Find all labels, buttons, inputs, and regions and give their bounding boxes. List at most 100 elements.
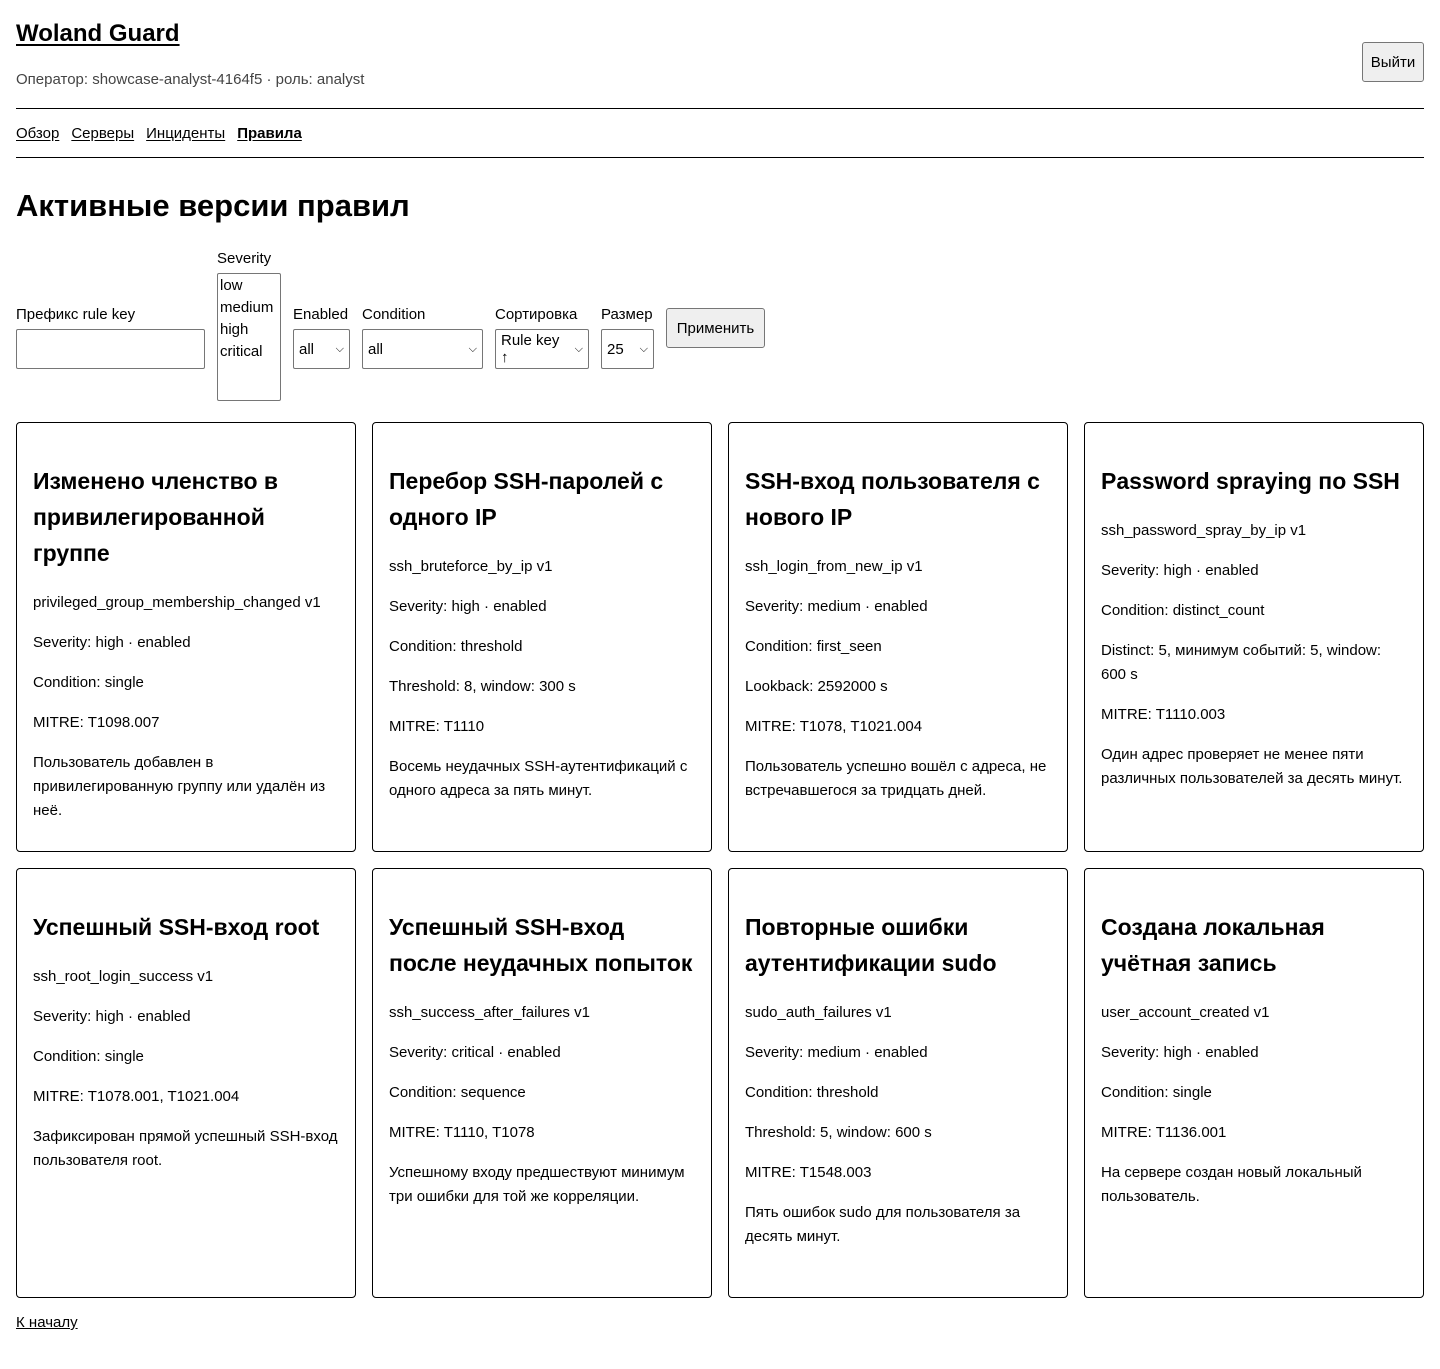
rule-severity: Severity: high · enabled xyxy=(33,1008,191,1025)
nav-servers[interactable]: Серверы xyxy=(71,125,134,142)
severity-option-high[interactable]: high xyxy=(220,319,278,341)
chevron-down-icon: ⌵ xyxy=(574,342,583,355)
size-value: 25 xyxy=(607,340,624,358)
rule-mitre: MITRE: T1110, T1078 xyxy=(389,1124,535,1141)
rule-mitre: MITRE: T1110.003 xyxy=(1101,706,1226,723)
condition-field: Condition all ⌵ xyxy=(362,306,483,369)
page: Woland Guard Оператор: showcase-analyst-… xyxy=(0,0,1440,1331)
rule-condition: Condition: sequence xyxy=(389,1084,526,1101)
rule-severity: Severity: critical · enabled xyxy=(389,1044,561,1061)
rule-title: Успешный SSH-вход после неудачных попыто… xyxy=(389,914,693,976)
nav-incidents[interactable]: Инциденты xyxy=(146,125,225,142)
severity-listbox[interactable]: low medium high critical xyxy=(217,273,281,401)
rule-title: Изменено членство в привилегированной гр… xyxy=(33,468,279,566)
nav-rules[interactable]: Правила xyxy=(237,125,302,142)
rule-key: ssh_password_spray_by_ip v1 xyxy=(1101,522,1307,539)
condition-label: Condition xyxy=(362,306,426,323)
size-select[interactable]: 25 ⌵ xyxy=(601,329,654,369)
logout-button[interactable]: Выйти xyxy=(1362,42,1424,82)
rule-params: Lookback: 2592000 s xyxy=(745,678,888,695)
enabled-value: all xyxy=(299,340,315,358)
rule-mitre: MITRE: T1078, T1021.004 xyxy=(745,718,923,735)
rule-key: ssh_login_from_new_ip v1 xyxy=(745,558,923,575)
rule-card: SSH-вход пользователя с нового IP ssh_lo… xyxy=(728,422,1068,852)
chevron-down-icon: ⌵ xyxy=(335,342,344,355)
rule-mitre: MITRE: T1548.003 xyxy=(745,1164,872,1181)
rule-key: ssh_bruteforce_by_ip v1 xyxy=(389,558,553,575)
sort-field: Сортировка Rule key ↑ ⌵ xyxy=(495,306,589,369)
rule-severity: Severity: high · enabled xyxy=(389,598,547,615)
size-field: Размер 25 ⌵ xyxy=(601,306,654,369)
prefix-field: Префикс rule key xyxy=(16,306,205,369)
rule-params: Threshold: 5, window: 600 s xyxy=(745,1124,932,1141)
main-nav: Обзор Серверы Инциденты Правила xyxy=(16,109,1424,157)
rule-description: Один адрес проверяет не менее пяти разли… xyxy=(1101,746,1403,787)
back-to-top-link[interactable]: К началу xyxy=(16,1314,78,1331)
rule-card: Password spraying по SSH ssh_password_sp… xyxy=(1084,422,1424,852)
sort-label: Сортировка xyxy=(495,306,578,323)
rule-condition: Condition: single xyxy=(33,674,144,691)
rule-description: Пользователь успешно вошёл с адреса, не … xyxy=(745,758,1047,799)
rule-title: SSH-вход пользователя с нового IP xyxy=(745,468,1040,530)
rule-title: Создана локальная учётная запись xyxy=(1101,914,1325,976)
rule-card: Успешный SSH-вход root ssh_root_login_su… xyxy=(16,868,356,1298)
rule-description: Восемь неудачных SSH-аутентификаций с од… xyxy=(389,758,688,799)
footer: К началу xyxy=(16,1298,1424,1331)
rule-severity: Severity: high · enabled xyxy=(1101,1044,1259,1061)
prefix-input[interactable] xyxy=(16,329,205,369)
severity-option-medium[interactable]: medium xyxy=(220,297,278,319)
rule-card: Перебор SSH-паролей с одного IP ssh_brut… xyxy=(372,422,712,852)
rule-key: ssh_root_login_success v1 xyxy=(33,968,214,985)
rule-card: Изменено членство в привилегированной гр… xyxy=(16,422,356,852)
apply-button[interactable]: Применить xyxy=(666,308,765,348)
rule-card: Создана локальная учётная запись user_ac… xyxy=(1084,868,1424,1298)
page-title: Активные версии правил xyxy=(16,188,410,223)
prefix-label: Префикс rule key xyxy=(16,306,136,323)
condition-select[interactable]: all ⌵ xyxy=(362,329,483,369)
rule-severity: Severity: high · enabled xyxy=(1101,562,1259,579)
rule-params: Threshold: 8, window: 300 s xyxy=(389,678,576,695)
chevron-down-icon: ⌵ xyxy=(639,342,648,355)
chevron-down-icon: ⌵ xyxy=(468,342,477,355)
rule-condition: Condition: threshold xyxy=(389,638,523,655)
rule-mitre: MITRE: T1136.001 xyxy=(1101,1124,1227,1141)
operator-info: Оператор: showcase-analyst-4164f5 · роль… xyxy=(16,71,365,88)
severity-option-critical[interactable]: critical xyxy=(220,341,278,363)
rule-title: Успешный SSH-вход root xyxy=(33,914,320,940)
rule-params: Distinct: 5, минимум событий: 5, window:… xyxy=(1101,642,1382,683)
rule-condition: Condition: threshold xyxy=(745,1084,879,1101)
rule-title: Перебор SSH-паролей с одного IP xyxy=(389,468,664,530)
rule-mitre: MITRE: T1078.001, T1021.004 xyxy=(33,1088,240,1105)
rule-condition: Condition: first_seen xyxy=(745,638,882,655)
rule-key: user_account_created v1 xyxy=(1101,1004,1270,1021)
rule-severity: Severity: medium · enabled xyxy=(745,1044,928,1061)
rule-key: privileged_group_membership_changed v1 xyxy=(33,594,321,611)
rule-severity: Severity: high · enabled xyxy=(33,634,191,651)
severity-label: Severity xyxy=(217,250,272,267)
rule-card: Успешный SSH-вход после неудачных попыто… xyxy=(372,868,712,1298)
rule-title: Повторные ошибки аутентификации sudo xyxy=(745,914,997,976)
severity-field: Severity low medium high critical xyxy=(217,250,281,401)
rule-condition: Condition: distinct_count xyxy=(1101,602,1265,619)
rule-severity: Severity: medium · enabled xyxy=(745,598,928,615)
rule-key: ssh_success_after_failures v1 xyxy=(389,1004,590,1021)
rule-description: Пять ошибок sudo для пользователя за дес… xyxy=(745,1204,1021,1245)
sort-value: Rule key ↑ xyxy=(501,332,560,366)
condition-value: all xyxy=(368,340,384,358)
enabled-label: Enabled xyxy=(293,306,349,323)
size-label: Размер xyxy=(601,306,653,323)
rule-condition: Condition: single xyxy=(1101,1084,1212,1101)
rule-mitre: MITRE: T1110 xyxy=(389,718,485,735)
rule-description: Успешному входу предшествуют минимум три… xyxy=(389,1164,685,1205)
rules-grid: Изменено членство в привилегированной гр… xyxy=(16,422,1424,1298)
nav-overview[interactable]: Обзор xyxy=(16,125,59,142)
sort-select[interactable]: Rule key ↑ ⌵ xyxy=(495,329,589,369)
rule-title: Password spraying по SSH xyxy=(1101,468,1400,494)
severity-option-low[interactable]: low xyxy=(220,275,278,297)
rule-mitre: MITRE: T1098.007 xyxy=(33,714,160,731)
rule-description: На сервере создан новый локальный пользо… xyxy=(1101,1164,1362,1205)
enabled-field: Enabled all ⌵ xyxy=(293,306,350,369)
brand-link[interactable]: Woland Guard xyxy=(16,20,180,48)
enabled-select[interactable]: all ⌵ xyxy=(293,329,350,369)
apply-wrap: Применить xyxy=(666,308,765,348)
